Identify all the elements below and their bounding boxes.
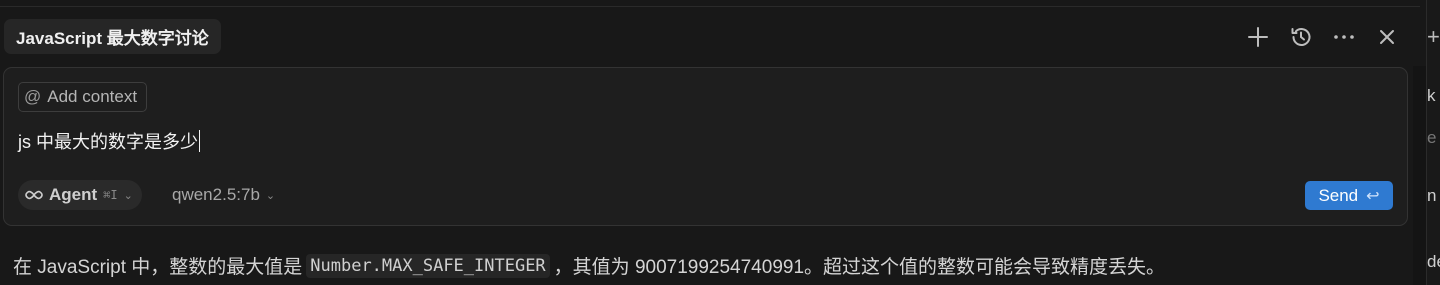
inline-code: Number.MAX_SAFE_INTEGER bbox=[306, 253, 550, 278]
edge-text: n bbox=[1427, 186, 1437, 205]
agent-shortcut: ⌘I bbox=[103, 188, 118, 202]
infinity-icon bbox=[25, 185, 43, 205]
plus-icon[interactable] bbox=[1240, 22, 1275, 52]
at-icon: @ bbox=[24, 87, 42, 106]
scrollbar-track[interactable] bbox=[1413, 66, 1426, 285]
assistant-answer: 在 JavaScript 中，整数的最大值是 Number.MAX_SAFE_I… bbox=[13, 252, 1165, 279]
agent-mode-dropdown[interactable]: Agent ⌘I ⌄ bbox=[18, 180, 142, 210]
plus-icon: + bbox=[1427, 24, 1440, 49]
adjacent-panel-edge: + k e n de bbox=[1427, 0, 1440, 285]
enter-icon: ↩ bbox=[1366, 187, 1380, 205]
answer-suffix: ，其值为 9007199254740991。超过这个值的整数可能会导致精度丢失。 bbox=[553, 257, 1166, 278]
edge-text: e bbox=[1427, 128, 1437, 147]
send-label: Send bbox=[1318, 185, 1359, 205]
header-toolbar bbox=[1240, 22, 1412, 52]
send-button[interactable]: Send ↩ bbox=[1305, 181, 1393, 210]
edge-text: k bbox=[1427, 86, 1436, 105]
history-icon[interactable] bbox=[1283, 22, 1318, 52]
chat-composer: @ Add context js 中最大的数字是多少 Agent ⌘I ⌄ qw… bbox=[3, 67, 1408, 226]
text-caret bbox=[199, 130, 200, 152]
edge-text: de bbox=[1427, 252, 1440, 271]
model-dropdown[interactable]: qwen2.5:7b ⌄ bbox=[172, 180, 275, 210]
top-divider bbox=[0, 6, 1420, 7]
prompt-input[interactable]: js 中最大的数字是多少 bbox=[18, 128, 200, 154]
answer-prefix: 在 JavaScript 中，整数的最大值是 bbox=[13, 257, 303, 278]
prompt-text: js 中最大的数字是多少 bbox=[18, 132, 198, 152]
chevron-down-icon: ⌄ bbox=[265, 189, 276, 202]
close-icon[interactable] bbox=[1369, 22, 1404, 52]
add-context-label: Add context bbox=[47, 87, 138, 106]
chevron-down-icon: ⌄ bbox=[123, 189, 133, 202]
chat-tab[interactable]: JavaScript 最大数字讨论 bbox=[4, 19, 221, 54]
agent-label: Agent bbox=[49, 185, 98, 204]
more-icon[interactable] bbox=[1326, 22, 1361, 52]
chat-tab-title: JavaScript 最大数字讨论 bbox=[16, 29, 209, 48]
model-label: qwen2.5:7b bbox=[172, 185, 260, 204]
add-context-button[interactable]: @ Add context bbox=[18, 82, 148, 112]
